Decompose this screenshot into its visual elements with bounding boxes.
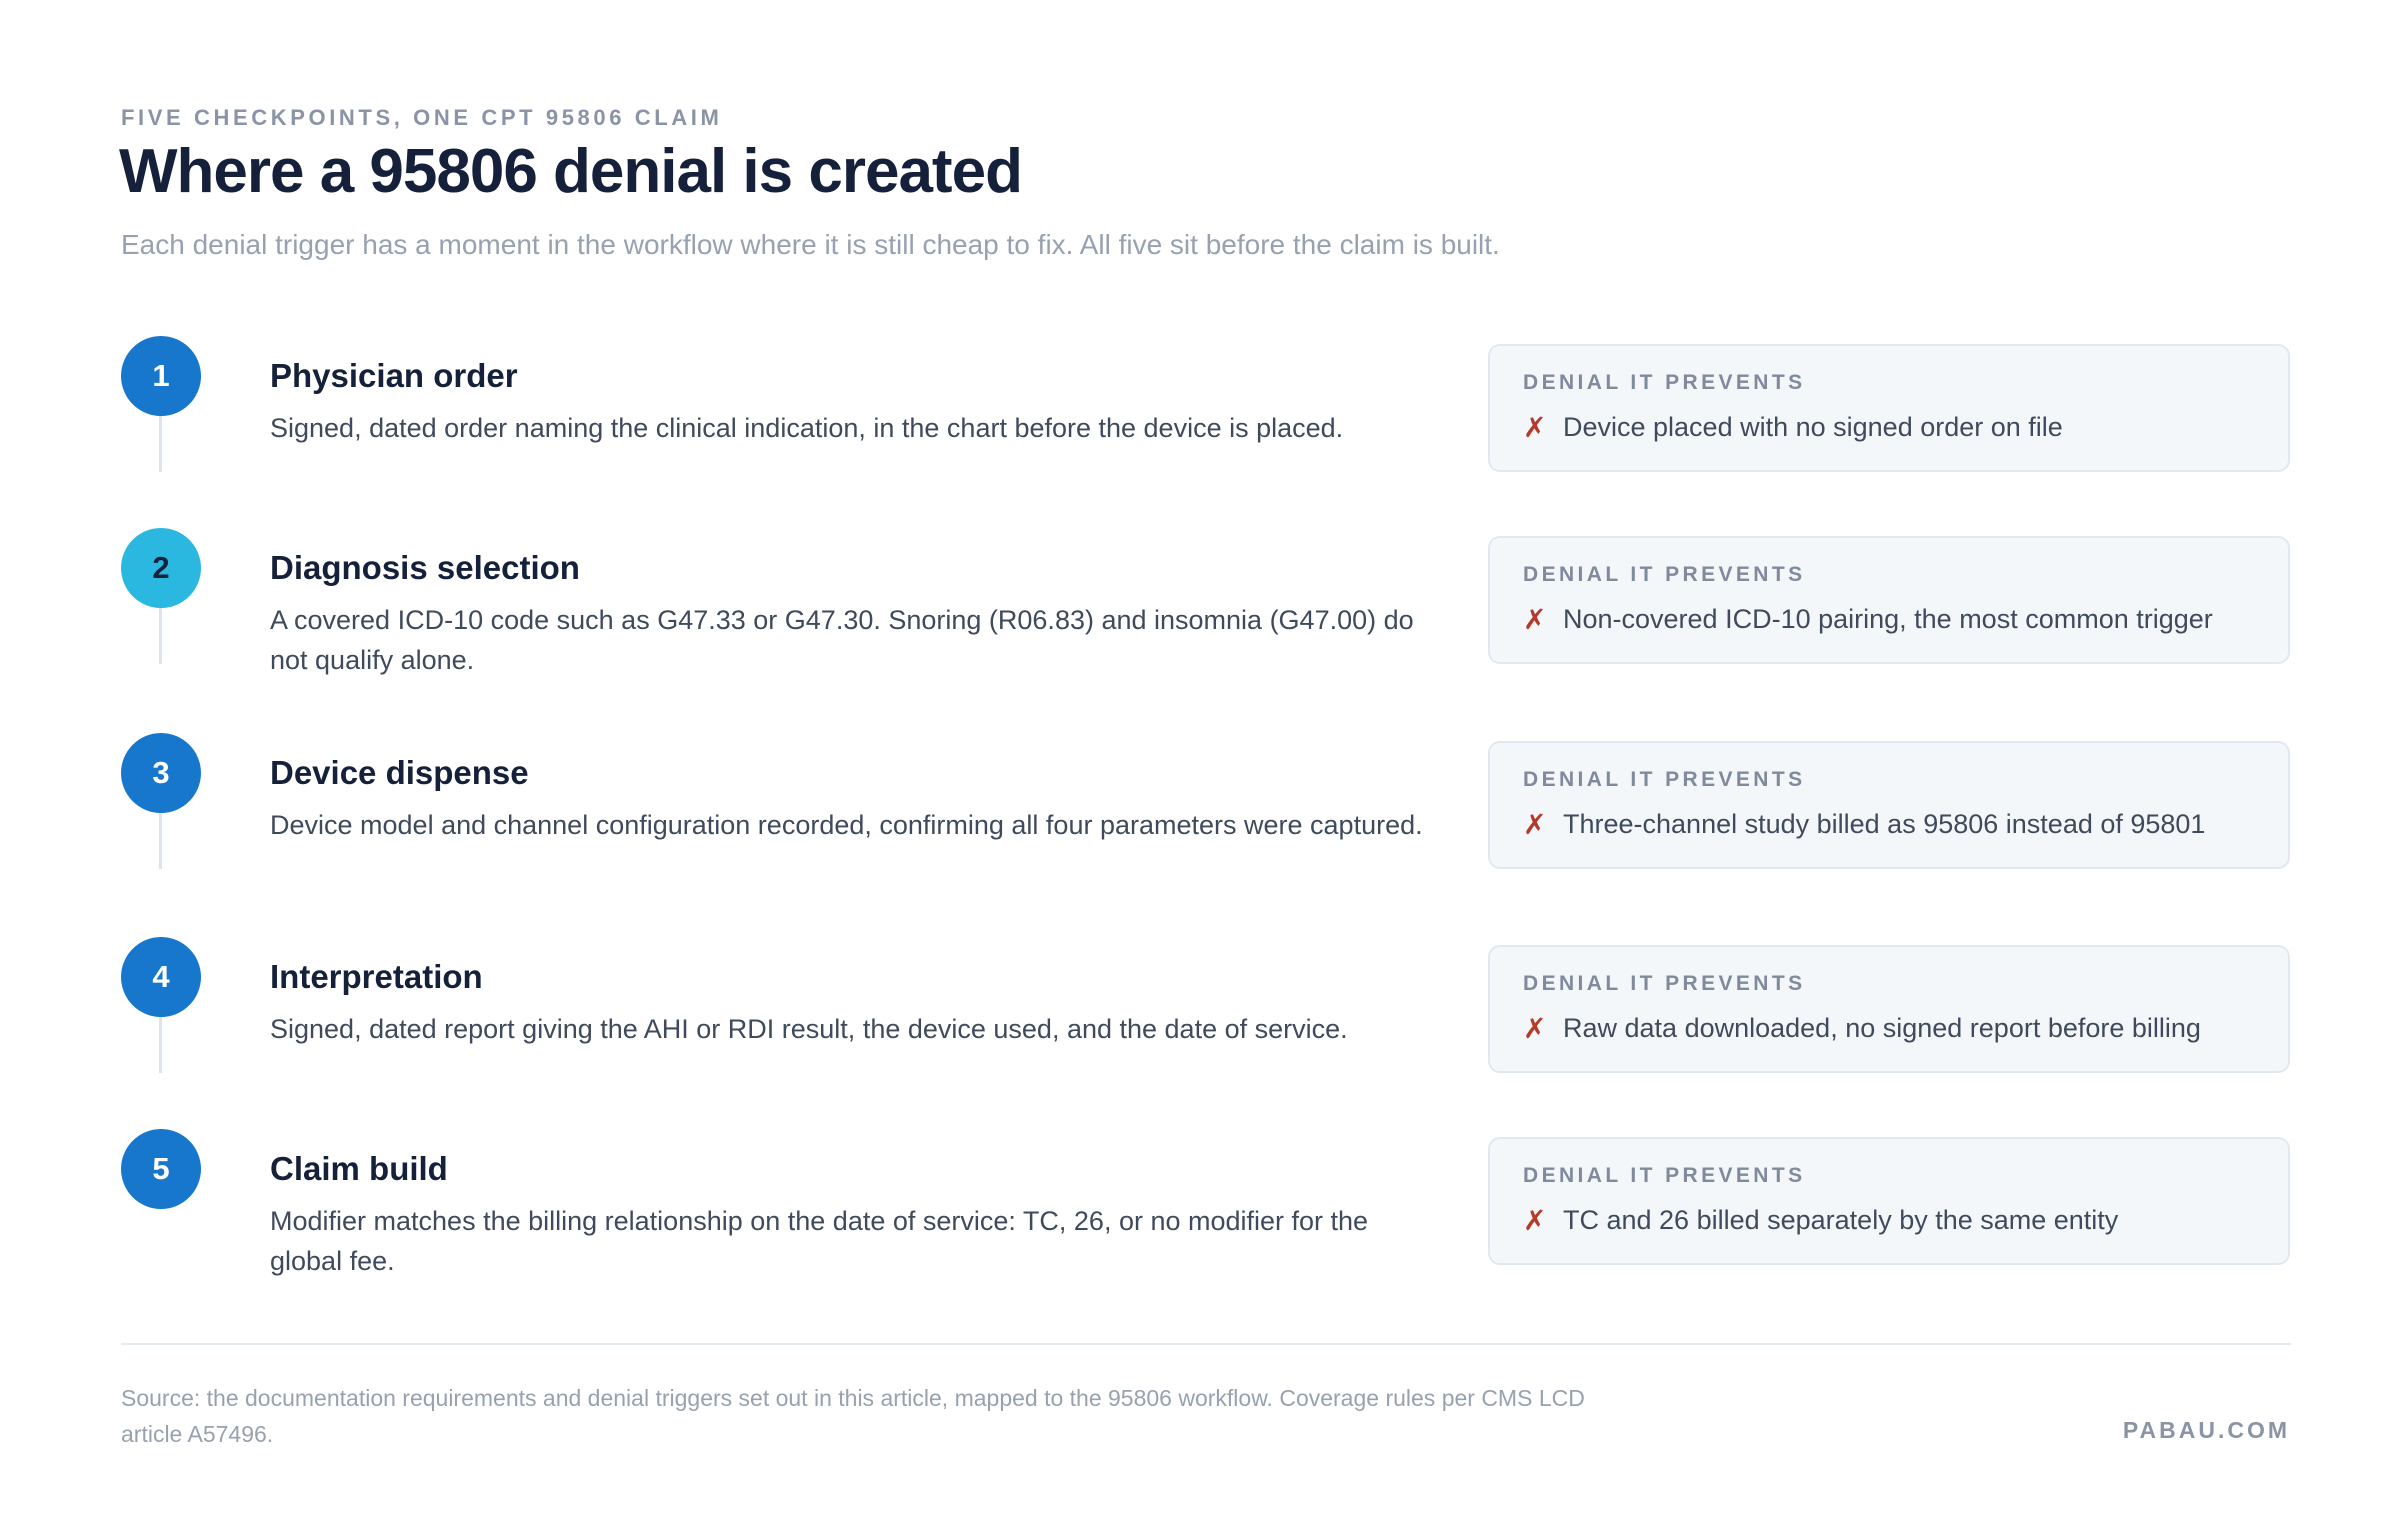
step-title: Device dispense	[270, 754, 529, 791]
denial-card-label: DENIAL IT PREVENTS	[1523, 1164, 1806, 1187]
denial-card: DENIAL IT PREVENTS ✗ Three-channel study…	[1488, 741, 2290, 869]
step-number-badge: 1	[121, 336, 201, 416]
step-description: Modifier matches the billing relationshi…	[270, 1206, 1369, 1276]
eyebrow-label: FIVE CHECKPOINTS, ONE CPT 95806 CLAIM	[121, 105, 723, 130]
step-description: Device model and channel configuration r…	[270, 810, 1423, 840]
denial-card-text: Device placed with no signed order on fi…	[1563, 412, 2063, 442]
denial-card-label: DENIAL IT PREVENTS	[1523, 768, 1806, 791]
denial-card: DENIAL IT PREVENTS ✗ Raw data downloaded…	[1488, 945, 2290, 1073]
step-connector-line	[159, 416, 162, 472]
step-number-badge: 2	[121, 528, 201, 608]
source-note: Source: the documentation requirements a…	[121, 1385, 1585, 1447]
cross-mark-icon: ✗	[1523, 809, 1547, 840]
denial-card-label: DENIAL IT PREVENTS	[1523, 563, 1806, 586]
step-connector-line	[159, 813, 162, 869]
step-connector-line	[159, 1017, 162, 1073]
denial-card: DENIAL IT PREVENTS ✗ Device placed with …	[1488, 344, 2290, 472]
page-title: Where a 95806 denial is created	[119, 137, 1023, 206]
step-title: Claim build	[270, 1150, 448, 1187]
step-number-badge: 4	[121, 937, 201, 1017]
denial-card-text: Three-channel study billed as 95806 inst…	[1563, 809, 2206, 839]
brand-label: PABAU.COM	[2122, 1417, 2290, 1443]
denial-card: DENIAL IT PREVENTS ✗ Non-covered ICD-10 …	[1488, 536, 2290, 664]
cross-mark-icon: ✗	[1523, 604, 1547, 635]
cross-mark-icon: ✗	[1523, 1205, 1547, 1236]
denial-card-label: DENIAL IT PREVENTS	[1523, 371, 1806, 394]
denial-card-text: TC and 26 billed separately by the same …	[1563, 1205, 2119, 1235]
denial-card-label: DENIAL IT PREVENTS	[1523, 972, 1806, 995]
step-description: A covered ICD-10 code such as G47.33 or …	[270, 605, 1414, 675]
step-title: Physician order	[270, 357, 518, 394]
step-title: Interpretation	[270, 958, 483, 995]
denial-card-text: Non-covered ICD-10 pairing, the most com…	[1563, 604, 2213, 634]
denial-card: DENIAL IT PREVENTS ✗ TC and 26 billed se…	[1488, 1137, 2290, 1265]
step-connector-line	[159, 608, 162, 664]
footer-divider	[121, 1343, 2291, 1345]
page-subtitle: Each denial trigger has a moment in the …	[121, 229, 1500, 260]
step-description: Signed, dated report giving the AHI or R…	[270, 1014, 1348, 1044]
step-number-badge: 3	[121, 733, 201, 813]
cross-mark-icon: ✗	[1523, 1013, 1547, 1044]
cross-mark-icon: ✗	[1523, 412, 1547, 443]
step-number-badge: 5	[121, 1129, 201, 1209]
step-description: Signed, dated order naming the clinical …	[270, 413, 1344, 443]
denial-card-text: Raw data downloaded, no signed report be…	[1563, 1013, 2201, 1043]
step-title: Diagnosis selection	[270, 549, 580, 586]
